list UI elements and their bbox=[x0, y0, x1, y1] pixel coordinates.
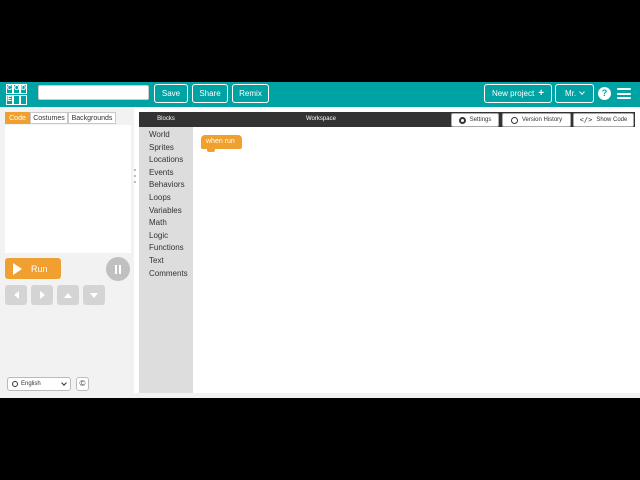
arrow-up-button[interactable] bbox=[57, 285, 79, 305]
chevron-down-icon bbox=[579, 89, 585, 95]
category-behaviors[interactable]: Behaviors bbox=[139, 179, 193, 192]
version-history-label: Version History bbox=[521, 117, 563, 123]
run-button[interactable]: Run bbox=[5, 258, 61, 279]
save-button[interactable]: Save bbox=[154, 84, 188, 103]
arrow-down-button[interactable] bbox=[83, 285, 105, 305]
settings-label: Settings bbox=[469, 117, 492, 123]
category-loops[interactable]: Loops bbox=[139, 192, 193, 205]
category-sprites[interactable]: Sprites bbox=[139, 142, 193, 155]
category-world[interactable]: World bbox=[139, 129, 193, 142]
toolbox-header: Blocks bbox=[139, 112, 193, 127]
tab-code[interactable]: Code bbox=[5, 112, 30, 124]
when-run-block[interactable]: when run bbox=[201, 135, 242, 152]
left-panel: Code Costumes Backgrounds Run English © bbox=[0, 107, 134, 398]
logo-cell: D bbox=[20, 84, 27, 94]
workspace-header: Workspace Settings Version History </> S… bbox=[193, 112, 635, 127]
arrow-right-icon bbox=[39, 291, 45, 299]
workspace-title: Workspace bbox=[306, 116, 336, 122]
category-variables[interactable]: Variables bbox=[139, 205, 193, 218]
share-button[interactable]: Share bbox=[192, 84, 228, 103]
code-org-logo[interactable]: C O D E bbox=[6, 84, 28, 105]
arrow-left-icon bbox=[13, 291, 19, 299]
settings-button[interactable]: Settings bbox=[451, 113, 499, 127]
remix-button[interactable]: Remix bbox=[232, 84, 269, 103]
copyright-icon[interactable]: © bbox=[76, 377, 89, 391]
category-math[interactable]: Math bbox=[139, 217, 193, 230]
clock-icon bbox=[510, 116, 518, 124]
tab-costumes[interactable]: Costumes bbox=[30, 112, 68, 124]
user-name-label: Mr. bbox=[564, 89, 577, 98]
arrow-left-button[interactable] bbox=[5, 285, 27, 305]
category-comments[interactable]: Comments bbox=[139, 268, 193, 281]
show-code-button[interactable]: </> Show Code bbox=[573, 113, 634, 127]
category-events[interactable]: Events bbox=[139, 167, 193, 180]
category-functions[interactable]: Functions bbox=[139, 242, 193, 255]
show-code-label: Show Code bbox=[596, 117, 628, 123]
tab-backgrounds[interactable]: Backgrounds bbox=[68, 112, 116, 124]
logo-cell: C bbox=[6, 84, 13, 94]
arrow-down-icon bbox=[90, 292, 98, 298]
panel-resize-handle[interactable] bbox=[133, 169, 137, 183]
version-history-button[interactable]: Version History bbox=[502, 113, 571, 127]
hamburger-menu-icon[interactable] bbox=[617, 88, 631, 99]
code-icon: </> bbox=[579, 116, 593, 124]
play-icon bbox=[13, 262, 22, 275]
new-project-button[interactable]: New project + bbox=[484, 84, 552, 103]
chevron-down-icon bbox=[61, 380, 67, 386]
arrow-right-button[interactable] bbox=[31, 285, 53, 305]
pause-button[interactable] bbox=[106, 257, 130, 281]
toolbox: World Sprites Locations Events Behaviors… bbox=[139, 127, 193, 398]
category-logic[interactable]: Logic bbox=[139, 230, 193, 243]
plus-icon: + bbox=[538, 87, 545, 99]
project-name-input[interactable] bbox=[38, 85, 149, 100]
bottom-border bbox=[0, 393, 640, 398]
header-bar: C O D E Save Share Remix New project + M… bbox=[0, 82, 640, 107]
category-locations[interactable]: Locations bbox=[139, 154, 193, 167]
logo-cell bbox=[13, 95, 20, 105]
arrow-up-icon bbox=[64, 292, 72, 298]
gear-icon bbox=[458, 116, 466, 124]
pause-icon bbox=[115, 264, 117, 274]
category-text[interactable]: Text bbox=[139, 255, 193, 268]
help-icon[interactable]: ? bbox=[598, 87, 611, 100]
logo-cell: O bbox=[13, 84, 20, 94]
language-label: English bbox=[21, 381, 41, 387]
game-stage[interactable] bbox=[5, 125, 131, 253]
globe-icon bbox=[12, 381, 18, 387]
language-select[interactable]: English bbox=[7, 377, 71, 391]
workspace[interactable]: when run bbox=[193, 127, 635, 393]
logo-cell: E bbox=[6, 95, 13, 105]
new-project-label: New project bbox=[491, 89, 535, 98]
user-menu-button[interactable]: Mr. bbox=[555, 84, 594, 103]
app-window: C O D E Save Share Remix New project + M… bbox=[0, 82, 640, 398]
logo-cell bbox=[20, 95, 27, 105]
run-label: Run bbox=[31, 263, 48, 274]
